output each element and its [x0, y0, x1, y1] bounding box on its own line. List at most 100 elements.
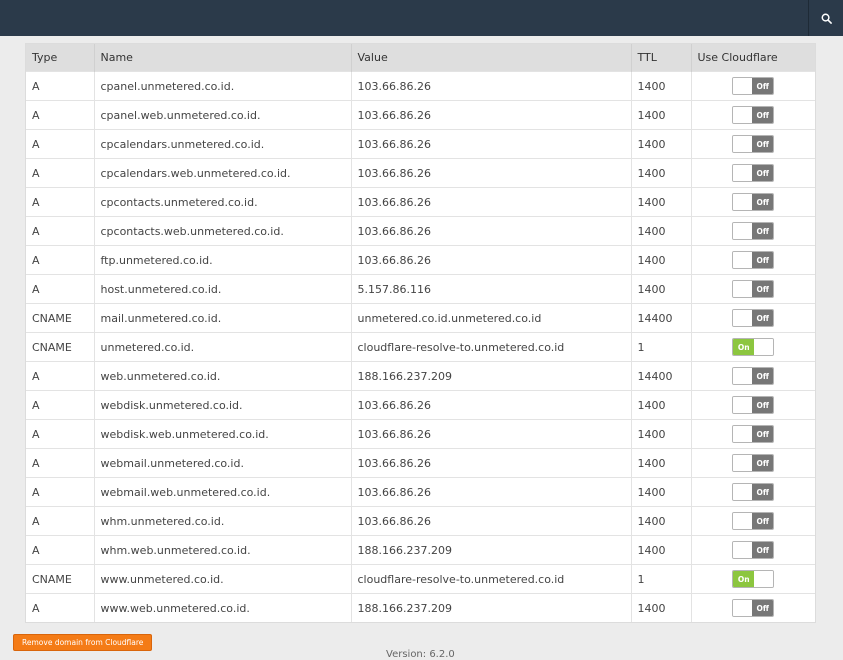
record-value: unmetered.co.id.unmetered.co.id — [351, 303, 632, 333]
record-ttl: 1400 — [631, 216, 692, 246]
record-ttl: 1400 — [631, 535, 692, 565]
column-header-ttl: TTL — [631, 44, 692, 72]
remove-domain-button[interactable]: Remove domain from Cloudflare — [13, 634, 153, 651]
table-header-row: Type Name Value TTL Use Cloudflare — [26, 44, 815, 72]
record-name: webmail.web.unmetered.co.id. — [94, 477, 352, 507]
record-type: A — [26, 419, 95, 449]
cloudflare-toggle[interactable]: Off — [732, 280, 775, 298]
record-name: www.web.unmetered.co.id. — [94, 593, 352, 622]
record-value: 103.66.86.26 — [351, 419, 632, 449]
table-row: CNAME mail.unmetered.co.id. unmetered.co.i… — [26, 303, 815, 333]
table-row: Acpanel.unmetered.co.id. 103.66.86.26 1400… — [26, 71, 815, 101]
toggle-state-label: Off — [752, 252, 774, 268]
record-name: webdisk.web.unmetered.co.id. — [94, 419, 352, 449]
record-value: 5.157.86.116 — [351, 274, 632, 304]
table-row: Acpcontacts.unmetered.co.id. 103.66.86.26… — [26, 187, 815, 217]
cloudflare-toggle[interactable]: Off — [732, 164, 775, 182]
record-ttl: 14400 — [631, 361, 692, 391]
record-ttl: 1400 — [631, 390, 692, 420]
record-ttl: 14400 — [631, 303, 692, 333]
record-cloudflare-cell: Off — [691, 100, 815, 130]
record-ttl: 1400 — [631, 477, 692, 507]
toggle-track — [733, 194, 753, 210]
cloudflare-toggle[interactable]: On — [732, 338, 775, 356]
toggle-track — [733, 600, 753, 616]
record-value: 103.66.86.26 — [351, 187, 632, 217]
toggle-state-label: Off — [752, 542, 774, 558]
record-ttl: 1400 — [631, 71, 692, 101]
record-cloudflare-cell: Off — [691, 593, 815, 622]
record-type: A — [26, 71, 95, 101]
table-row: Awhm.web.unmetered.co.id. 188.166.237.209… — [26, 535, 815, 565]
record-type: A — [26, 361, 95, 391]
record-ttl: 1400 — [631, 187, 692, 217]
record-ttl: 1400 — [631, 593, 692, 622]
record-cloudflare-cell: Off — [691, 535, 815, 565]
cloudflare-toggle[interactable]: Off — [732, 222, 775, 240]
record-name: www.unmetered.co.id. — [94, 564, 352, 594]
table-body: Acpanel.unmetered.co.id. 103.66.86.26 1400… — [26, 71, 815, 622]
cloudflare-toggle[interactable]: Off — [732, 251, 775, 269]
record-type: A — [26, 129, 95, 159]
search-button[interactable] — [808, 0, 843, 36]
cloudflare-toggle[interactable]: On — [732, 570, 775, 588]
toggle-track — [754, 339, 774, 355]
record-cloudflare-cell: Off — [691, 71, 815, 101]
record-name: whm.web.unmetered.co.id. — [94, 535, 352, 565]
toggle-state-label: Off — [752, 107, 774, 123]
record-type: A — [26, 535, 95, 565]
table-row: Aweb.unmetered.co.id. 188.166.237.209 1440… — [26, 361, 815, 391]
record-type: CNAME — [26, 303, 95, 333]
record-cloudflare-cell: Off — [691, 419, 815, 449]
toggle-state-label: Off — [752, 223, 774, 239]
toggle-track — [733, 281, 753, 297]
toggle-state-label: Off — [752, 455, 774, 471]
toggle-track — [733, 165, 753, 181]
record-name: web.unmetered.co.id. — [94, 361, 352, 391]
toggle-track — [733, 455, 753, 471]
toggle-track — [733, 310, 753, 326]
cloudflare-toggle[interactable]: Off — [732, 599, 775, 617]
cloudflare-toggle[interactable]: Off — [732, 193, 775, 211]
record-value: 103.66.86.26 — [351, 448, 632, 478]
cloudflare-toggle[interactable]: Off — [732, 454, 775, 472]
cloudflare-toggle[interactable]: Off — [732, 396, 775, 414]
record-ttl: 1400 — [631, 158, 692, 188]
record-value: cloudflare-resolve-to.unmetered.co.id — [351, 332, 632, 362]
cloudflare-toggle[interactable]: Off — [732, 512, 775, 530]
record-value: 188.166.237.209 — [351, 593, 632, 622]
record-ttl: 1400 — [631, 274, 692, 304]
record-cloudflare-cell: Off — [691, 245, 815, 275]
record-type: A — [26, 245, 95, 275]
cloudflare-toggle[interactable]: Off — [732, 135, 775, 153]
record-type: A — [26, 100, 95, 130]
cloudflare-toggle[interactable]: Off — [732, 483, 775, 501]
record-type: A — [26, 477, 95, 507]
record-type: A — [26, 506, 95, 536]
toggle-state-label: Off — [752, 78, 774, 94]
column-header-value: Value — [351, 44, 632, 72]
table-row: CNAME www.unmetered.co.id. cloudflare-reso… — [26, 564, 815, 594]
toggle-state-label: Off — [752, 600, 774, 616]
toggle-state-label: Off — [752, 194, 774, 210]
cloudflare-toggle[interactable]: Off — [732, 541, 775, 559]
record-ttl: 1400 — [631, 448, 692, 478]
cloudflare-toggle[interactable]: Off — [732, 106, 775, 124]
cloudflare-toggle[interactable]: Off — [732, 77, 775, 95]
record-name: ftp.unmetered.co.id. — [94, 245, 352, 275]
record-ttl: 1400 — [631, 245, 692, 275]
toggle-track — [733, 426, 753, 442]
toggle-track — [754, 571, 774, 587]
record-value: 103.66.86.26 — [351, 100, 632, 130]
record-type: A — [26, 158, 95, 188]
record-ttl: 1400 — [631, 506, 692, 536]
record-value: 103.66.86.26 — [351, 477, 632, 507]
record-value: 103.66.86.26 — [351, 71, 632, 101]
dns-records-table: Type Name Value TTL Use Cloudflare Acpan… — [26, 44, 815, 622]
toggle-state-label: Off — [752, 136, 774, 152]
table-row: Acpcalendars.web.unmetered.co.id. 103.66.… — [26, 158, 815, 188]
cloudflare-toggle[interactable]: Off — [732, 309, 775, 327]
cloudflare-toggle[interactable]: Off — [732, 367, 775, 385]
cloudflare-toggle[interactable]: Off — [732, 425, 775, 443]
record-ttl: 1 — [631, 564, 692, 594]
